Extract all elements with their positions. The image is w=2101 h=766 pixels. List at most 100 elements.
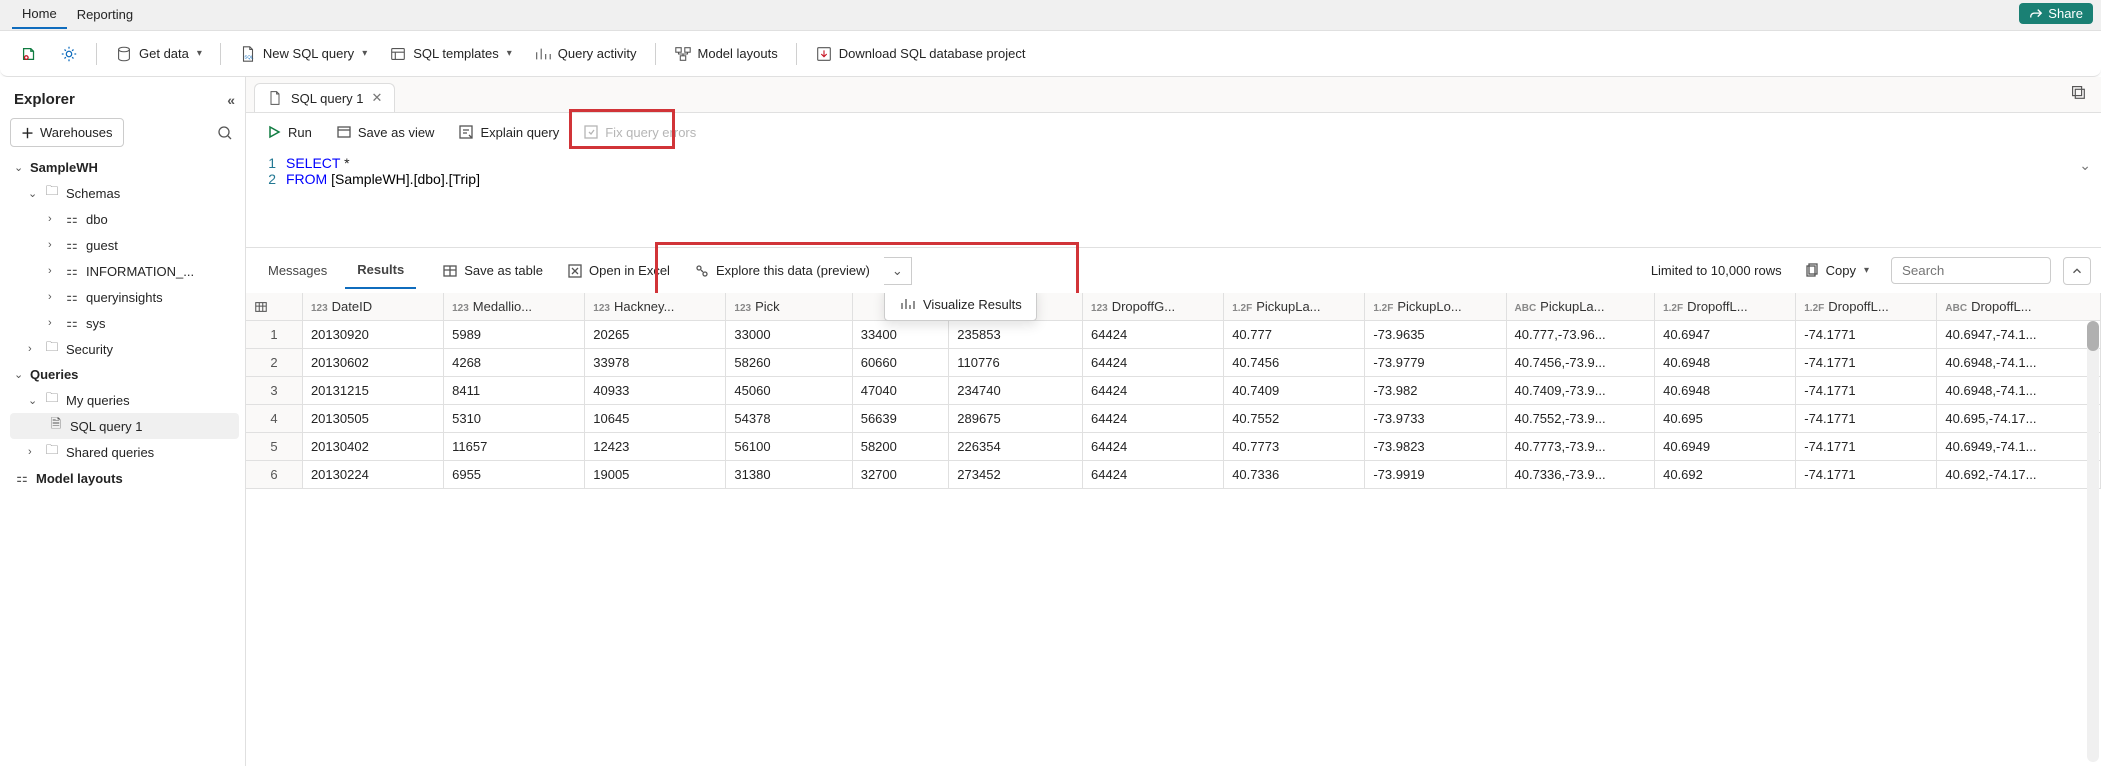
settings-button[interactable] xyxy=(52,40,86,68)
column-header[interactable]: 123Pick xyxy=(726,293,852,321)
table-row[interactable]: 3201312158411409334506047040234740644244… xyxy=(246,377,2101,405)
sql-file-icon xyxy=(267,90,283,106)
cell: 64424 xyxy=(1083,349,1224,377)
cell: 235853 xyxy=(949,321,1083,349)
column-header[interactable]: 123Medallio... xyxy=(444,293,585,321)
editor-collapse-button[interactable]: ⌄ xyxy=(2079,157,2091,174)
row-selector-header[interactable] xyxy=(246,293,302,321)
results-search-input[interactable] xyxy=(1891,257,2051,284)
tree-warehouse[interactable]: ⌄SampleWH xyxy=(10,155,239,180)
more-actions-button[interactable]: ⌄ xyxy=(884,257,912,285)
results-tab[interactable]: Results xyxy=(345,252,416,289)
share-icon xyxy=(2029,7,2043,21)
cell: 4268 xyxy=(444,349,585,377)
window-stack-button[interactable] xyxy=(2069,83,2087,101)
column-header[interactable]: 123DateID xyxy=(302,293,443,321)
close-tab-button[interactable]: ✕ xyxy=(372,90,383,106)
tree-schema-queryinsights[interactable]: ›⚏queryinsights xyxy=(10,284,239,310)
explorer-panel: Explorer « ＋Warehouses ⌄SampleWH ⌄🗀Schem… xyxy=(0,77,246,766)
column-header[interactable]: ABCPickupLa... xyxy=(1506,293,1655,321)
explorer-tree: ⌄SampleWH ⌄🗀Schemas ›⚏dbo ›⚏guest ›⚏INFO… xyxy=(10,155,239,491)
cell: 40.692 xyxy=(1655,461,1796,489)
cell: 40.6949 xyxy=(1655,433,1796,461)
table-row[interactable]: 4201305055310106455437856639289675644244… xyxy=(246,405,2101,433)
explain-query-button[interactable]: Explain query xyxy=(448,119,569,145)
cell: 226354 xyxy=(949,433,1083,461)
cell: 20130505 xyxy=(302,405,443,433)
sql-file-icon: SQL xyxy=(239,45,257,63)
tree-query-1[interactable]: 🗎SQL query 1 xyxy=(10,413,239,439)
query-activity-button[interactable]: Query activity xyxy=(526,40,645,68)
column-header[interactable]: ABCDropoffL... xyxy=(1937,293,2101,321)
cell: 40.695,-74.17... xyxy=(1937,405,2101,433)
sql-templates-button[interactable]: SQL templates▾ xyxy=(381,40,520,68)
tree-schema-dbo[interactable]: ›⚏dbo xyxy=(10,206,239,232)
explorer-search-button[interactable] xyxy=(217,125,239,141)
table-row[interactable]: 2201306024268339785826060660110776644244… xyxy=(246,349,2101,377)
nav-home[interactable]: Home xyxy=(12,2,67,29)
tree-my-queries[interactable]: ⌄🗀My queries xyxy=(10,387,239,413)
column-header[interactable]: 123DropoffG... xyxy=(1083,293,1224,321)
row-number: 1 xyxy=(246,321,302,349)
tree-shared-queries[interactable]: ›🗀Shared queries xyxy=(10,439,239,465)
column-header[interactable]: 1.2FDropoffL... xyxy=(1655,293,1796,321)
column-header[interactable]: 1.2FDropoffL... xyxy=(1796,293,1937,321)
cell: 40.6947,-74.1... xyxy=(1937,321,2101,349)
cell: 20130224 xyxy=(302,461,443,489)
cell: 31380 xyxy=(726,461,852,489)
folder-icon: 🗀 xyxy=(44,444,60,460)
column-header[interactable]: 1.2FPickupLa... xyxy=(1224,293,1365,321)
column-header[interactable]: 1.2FPickupLo... xyxy=(1365,293,1506,321)
row-number: 6 xyxy=(246,461,302,489)
nav-reporting[interactable]: Reporting xyxy=(67,3,143,28)
cell: 40.6948,-74.1... xyxy=(1937,377,2101,405)
run-button[interactable]: Run xyxy=(256,119,322,145)
activity-icon xyxy=(534,45,552,63)
messages-tab[interactable]: Messages xyxy=(256,253,339,288)
fix-icon xyxy=(583,124,599,140)
new-sql-button[interactable]: SQL New SQL query▾ xyxy=(231,40,375,68)
collapse-explorer-button[interactable]: « xyxy=(227,92,235,108)
visualize-results-popup[interactable]: Visualize Results xyxy=(884,293,1037,321)
copy-icon xyxy=(1804,263,1820,279)
results-table: 123DateID123Medallio...123Hackney...123P… xyxy=(246,293,2101,489)
tree-schemas[interactable]: ⌄🗀Schemas xyxy=(10,180,239,206)
share-button[interactable]: Share xyxy=(2019,3,2093,24)
cell: 40.7409,-73.9... xyxy=(1506,377,1655,405)
refresh-button[interactable] xyxy=(12,40,46,68)
row-limit-label: Limited to 10,000 rows xyxy=(1651,263,1782,278)
query-tab[interactable]: SQL query 1 ✕ xyxy=(254,83,395,112)
results-grid[interactable]: Visualize Results 123DateID123Medallio..… xyxy=(246,293,2101,766)
open-excel-button[interactable]: Open in Excel xyxy=(557,258,680,284)
cell: 40.7409 xyxy=(1224,377,1365,405)
tree-queries[interactable]: ⌄Queries xyxy=(10,362,239,387)
table-row[interactable]: 5201304021165712423561005820022635464424… xyxy=(246,433,2101,461)
expand-results-button[interactable] xyxy=(2063,257,2091,285)
download-project-button[interactable]: Download SQL database project xyxy=(807,40,1034,68)
tree-model-layouts[interactable]: ⚏Model layouts xyxy=(10,465,239,491)
save-as-view-button[interactable]: Save as view xyxy=(326,119,445,145)
tree-schema-sys[interactable]: ›⚏sys xyxy=(10,310,239,336)
save-as-table-button[interactable]: Save as table xyxy=(432,258,553,284)
table-row[interactable]: 1201309205989202653300033400235853644244… xyxy=(246,321,2101,349)
folder-icon: 🗀 xyxy=(44,341,60,357)
folder-icon: 🗀 xyxy=(44,392,60,408)
get-data-button[interactable]: Get data▾ xyxy=(107,40,210,68)
table-row[interactable]: 6201302246955190053138032700273452644244… xyxy=(246,461,2101,489)
column-header[interactable]: 123Hackney... xyxy=(585,293,726,321)
model-layouts-button[interactable]: Model layouts xyxy=(666,40,786,68)
stack-icon xyxy=(2069,83,2087,101)
cell: 20131215 xyxy=(302,377,443,405)
cell: 56100 xyxy=(726,433,852,461)
copy-button[interactable]: Copy▾ xyxy=(1794,258,1879,284)
cell: 20130602 xyxy=(302,349,443,377)
code-editor[interactable]: 1SELECT * 2FROM [SampleWH].[dbo].[Trip] … xyxy=(246,151,2101,247)
tree-schema-info[interactable]: ›⚏INFORMATION_... xyxy=(10,258,239,284)
scrollbar-thumb[interactable] xyxy=(2087,321,2099,351)
cell: 54378 xyxy=(726,405,852,433)
tree-schema-guest[interactable]: ›⚏guest xyxy=(10,232,239,258)
explore-data-button[interactable]: Explore this data (preview) xyxy=(684,258,880,284)
search-icon xyxy=(217,125,233,141)
warehouses-button[interactable]: ＋Warehouses xyxy=(10,118,124,147)
tree-security[interactable]: ›🗀Security xyxy=(10,336,239,362)
